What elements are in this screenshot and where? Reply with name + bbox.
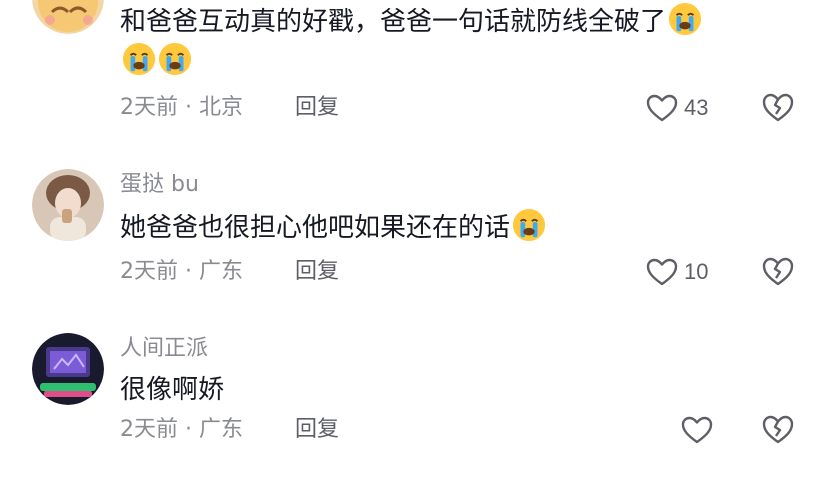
comment-time: 2天前 <box>120 417 178 442</box>
comment-time: 2天前 <box>120 259 178 284</box>
dislike-button[interactable] <box>761 255 795 289</box>
meta-separator: · <box>185 95 192 120</box>
comment-username[interactable]: 人间正派 <box>120 335 208 363</box>
comment-time: 2天前 <box>120 95 178 120</box>
heart-icon <box>681 416 713 444</box>
comment-text: 很像啊娇 <box>120 370 790 410</box>
avatar-image <box>32 169 104 241</box>
comment-text-content: 和爸爸互动真的好戳，爸爸一句话就防线全破了 <box>120 7 667 37</box>
avatar-image <box>32 333 104 405</box>
like-count: 43 <box>684 95 709 120</box>
avatar[interactable] <box>32 333 104 405</box>
reply-button[interactable]: 回复 <box>295 93 339 123</box>
like-count: 10 <box>684 259 709 284</box>
like-button[interactable]: 43 <box>646 91 708 125</box>
comment-meta: 2天前 · 广东 <box>120 257 243 287</box>
dislike-button[interactable] <box>761 91 795 125</box>
comment-text-content: 很像啊娇 <box>120 375 225 405</box>
broken-heart-icon <box>762 257 794 286</box>
loudly-crying-face-icon <box>122 42 156 76</box>
like-button[interactable]: 10 <box>646 255 708 289</box>
reply-button[interactable]: 回复 <box>295 257 339 287</box>
broken-heart-icon <box>762 93 794 122</box>
comment-location: 广东 <box>199 259 244 284</box>
avatar-image <box>32 0 104 34</box>
heart-icon <box>646 94 678 122</box>
comment-location: 北京 <box>199 95 244 120</box>
comment-location: 广东 <box>199 417 244 442</box>
loudly-crying-face-icon <box>512 208 546 242</box>
reply-button[interactable]: 回复 <box>295 415 339 445</box>
heart-icon <box>646 258 678 286</box>
avatar[interactable] <box>32 169 104 241</box>
comment-meta: 2天前 · 北京 <box>120 93 243 123</box>
dislike-button[interactable] <box>761 413 795 447</box>
comment-meta: 2天前 · 广东 <box>120 415 243 445</box>
meta-separator: · <box>185 259 192 284</box>
like-button[interactable] <box>681 413 713 447</box>
avatar[interactable] <box>32 0 104 34</box>
comment-text-content: 她爸爸也很担心他吧如果还在的话 <box>120 213 511 243</box>
loudly-crying-face-icon <box>158 42 192 76</box>
comment-username[interactable]: 蛋挞 bu <box>120 171 199 199</box>
broken-heart-icon <box>762 415 794 444</box>
loudly-crying-face-icon <box>668 2 702 36</box>
comment-text: 和爸爸互动真的好戳，爸爸一句话就防线全破了 <box>120 2 790 82</box>
meta-separator: · <box>185 417 192 442</box>
comment-text: 她爸爸也很担心他吧如果还在的话 <box>120 208 790 248</box>
